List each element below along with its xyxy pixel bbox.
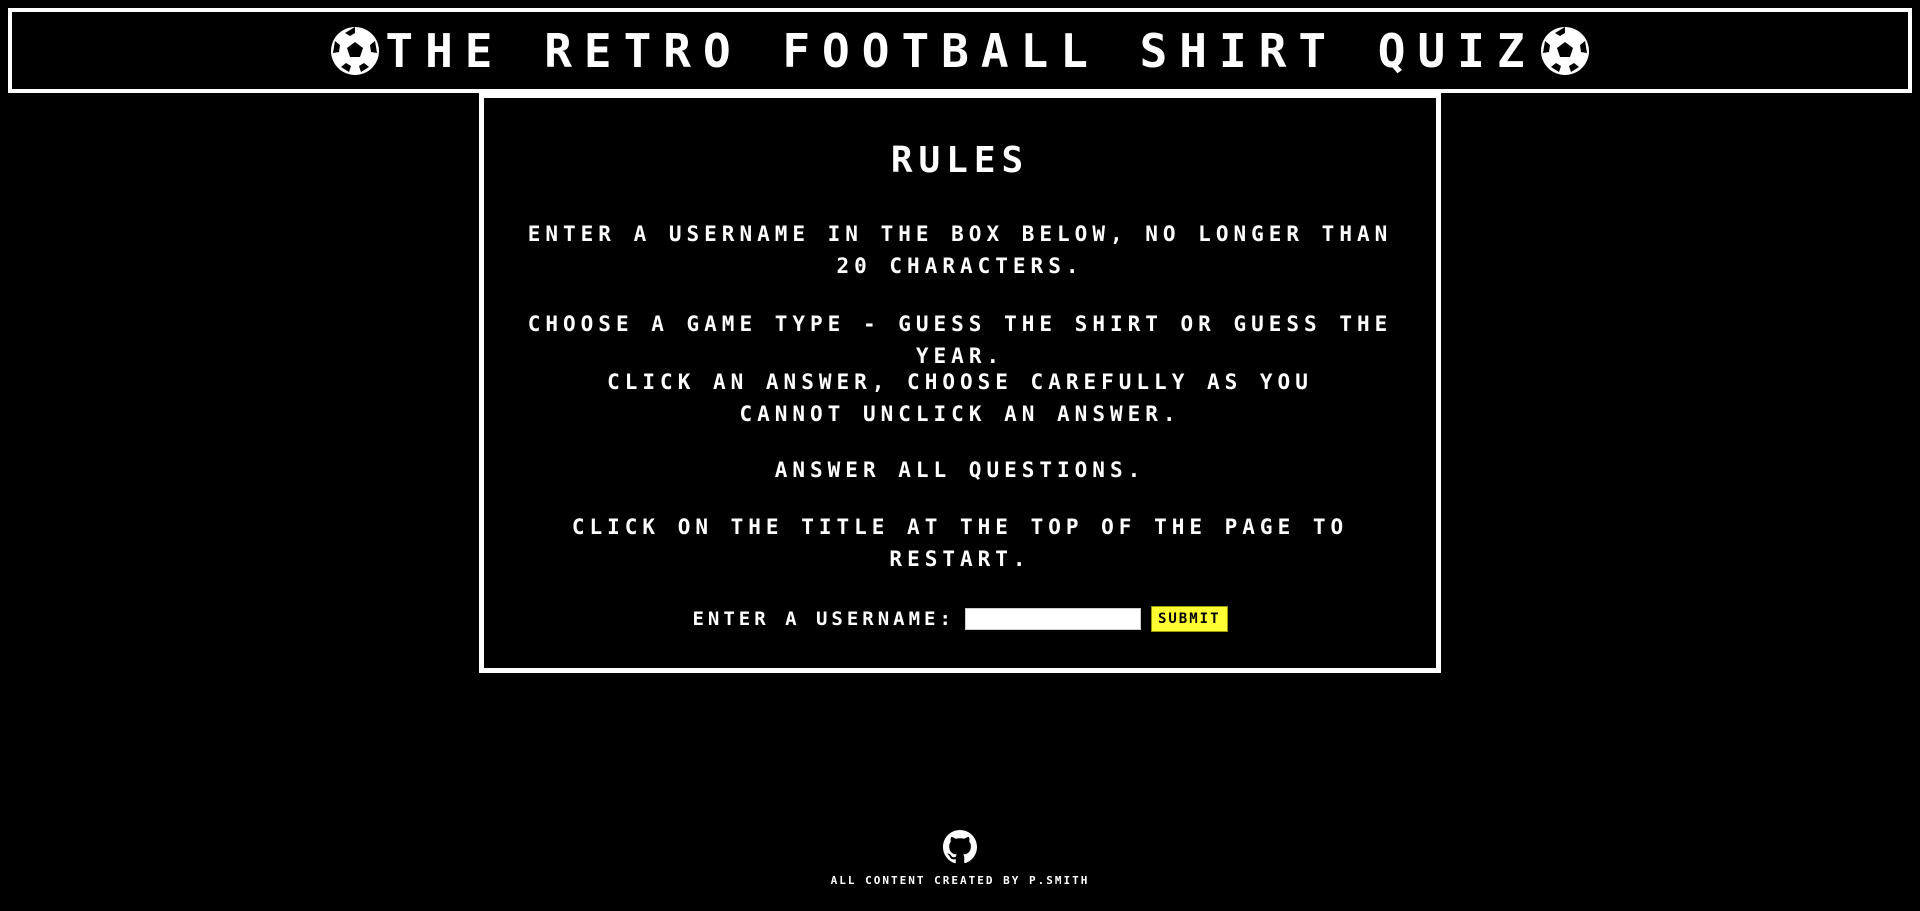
football-icon	[1539, 25, 1591, 77]
credit-text: All content created by P.Smith	[830, 874, 1090, 887]
rule-username: Enter a username in the box below, no lo…	[527, 222, 1393, 278]
username-label: Enter a username:	[692, 608, 955, 630]
username-input[interactable]	[964, 608, 1141, 630]
site-header[interactable]: The Retro Football Shirt Quiz	[8, 8, 1912, 93]
rules-panel: Rules Enter a username in the box below,…	[479, 93, 1441, 673]
football-icon	[329, 25, 381, 77]
submit-button[interactable]: Submit	[1150, 606, 1228, 632]
page-title[interactable]: The Retro Football Shirt Quiz	[385, 28, 1536, 74]
github-icon[interactable]	[943, 830, 977, 864]
username-form: Enter a username: Submit	[484, 606, 1436, 632]
rules-heading: Rules	[890, 140, 1030, 181]
rule-restart: Click on the title at the top of the pag…	[571, 515, 1349, 571]
rule-click-answer: Click an answer, choose carefully as you…	[607, 370, 1313, 426]
footer: All content created by P.Smith	[0, 830, 1920, 887]
rule-answer-all: Answer all questions.	[774, 458, 1146, 482]
rule-game-type: Choose a game type - Guess the shirt or …	[527, 312, 1393, 368]
